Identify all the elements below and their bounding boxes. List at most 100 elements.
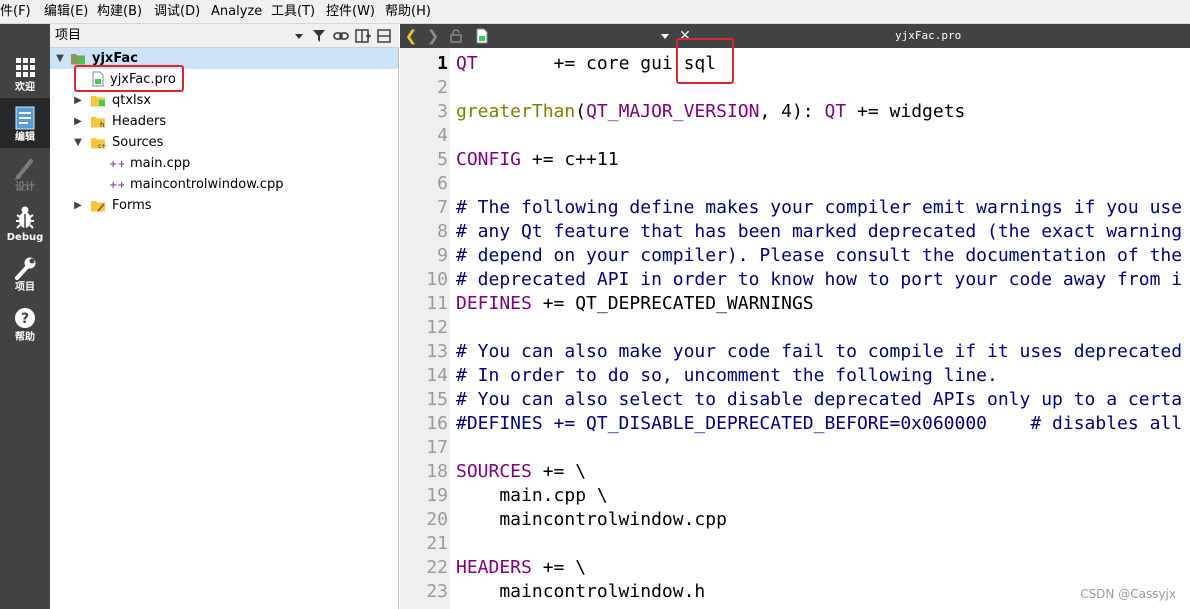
svg-text:?: ?	[21, 311, 29, 327]
line-number: 9	[437, 245, 448, 266]
code-line[interactable]: # You can also make your code fail to co…	[456, 340, 1190, 364]
menu-edit[interactable]: 编辑(E)	[44, 0, 88, 24]
code-token: SOURCES	[456, 461, 532, 482]
code-line[interactable]: # In order to do so, uncomment the follo…	[456, 364, 1190, 388]
code-line[interactable]: QT += core gui sql	[456, 52, 1190, 76]
help-icon: ?	[15, 308, 35, 328]
tree-item-qtxlsx[interactable]: ▶ qtxlsx	[50, 90, 398, 111]
menu-bar: 件(F) 编辑(E) 构建(B) 调试(D) Analyze 工具(T) 控件(…	[0, 0, 1190, 24]
mode-help-label: 帮助	[15, 332, 35, 343]
split-horizontal-icon[interactable]	[376, 27, 394, 45]
lock-icon[interactable]	[448, 29, 464, 43]
chevron-down-icon[interactable]: ▼	[72, 132, 84, 153]
line-number: 22	[426, 557, 448, 578]
menu-analyze[interactable]: Analyze	[211, 0, 262, 24]
menu-file[interactable]: 件(F)	[0, 0, 31, 24]
svg-text:h: h	[100, 121, 104, 129]
close-document-icon[interactable]: ✕	[676, 24, 694, 48]
code-line[interactable]: # deprecated API in order to know how to…	[456, 268, 1190, 292]
menu-tools[interactable]: 工具(T)	[271, 0, 315, 24]
line-number: 13	[426, 341, 448, 362]
tree-item-main-cpp[interactable]: ++ main.cpp	[50, 153, 398, 174]
code-editor[interactable]: 1 2 3 4 5 6 7 8 9 10 11 12 13 14 15 16 17 18 19 20 21 22 23 QT…	[400, 48, 1190, 609]
menu-controls[interactable]: 控件(W)	[326, 0, 375, 24]
code-token: # The following define makes your compil…	[456, 197, 1183, 218]
code-line[interactable]	[456, 172, 1190, 196]
mode-welcome[interactable]: 欢迎	[0, 48, 50, 98]
code-line[interactable]	[456, 316, 1190, 340]
line-number: 11	[426, 293, 448, 314]
line-number: 19	[426, 485, 448, 506]
mode-edit[interactable]: 编辑	[0, 98, 50, 148]
tree-item-sources[interactable]: ▼ c+ Sources	[50, 132, 398, 153]
line-number: 6	[437, 173, 448, 194]
code-line[interactable]: maincontrolwindow.cpp	[456, 508, 1190, 532]
pro-file-icon	[476, 28, 488, 44]
tree-item-project-root[interactable]: ▼ yjxFac	[50, 48, 398, 69]
code-token: += widgets	[846, 101, 966, 122]
chevron-right-icon[interactable]: ▶	[72, 111, 84, 132]
wrench-icon	[15, 257, 36, 280]
code-token: += QT_DEPRECATED_WARNINGS	[531, 293, 814, 314]
line-number: 14	[426, 365, 448, 386]
code-line[interactable]: # The following define makes your compil…	[456, 196, 1190, 220]
link-icon[interactable]	[332, 27, 350, 45]
line-number: 1	[437, 53, 448, 74]
line-number: 15	[426, 389, 448, 410]
code-token: , 4):	[759, 101, 825, 122]
code-line[interactable]: SOURCES += \	[456, 460, 1190, 484]
mode-design[interactable]: 设计	[0, 148, 50, 198]
code-line[interactable]	[456, 124, 1190, 148]
cpp-file-icon: ++	[109, 159, 124, 170]
nav-back-icon[interactable]: ❮	[402, 24, 420, 48]
document-icon	[15, 106, 35, 130]
split-view-icon[interactable]	[354, 27, 372, 45]
tree-item-label: maincontrolwindow.cpp	[130, 177, 284, 192]
line-number: 5	[437, 149, 448, 170]
code-line[interactable]: greaterThan(QT_MAJOR_VERSION, 4): QT += …	[456, 100, 1190, 124]
tree-item-pro-file[interactable]: yjxFac.pro	[50, 69, 398, 90]
code-line[interactable]: # depend on your compiler). Please consu…	[456, 244, 1190, 268]
code-line[interactable]: CONFIG += c++11	[456, 148, 1190, 172]
mode-help[interactable]: ? 帮助	[0, 298, 50, 348]
line-number: 3	[437, 101, 448, 122]
code-line[interactable]: #DEFINES += QT_DISABLE_DEPRECATED_BEFORE…	[456, 412, 1190, 436]
filter-icon[interactable]	[310, 27, 328, 45]
code-line[interactable]	[456, 532, 1190, 556]
code-line[interactable]: HEADERS += \	[456, 556, 1190, 580]
code-token: QT_MAJOR_VERSION	[586, 101, 760, 122]
tree-item-label: Headers	[112, 114, 167, 129]
menu-build[interactable]: 构建(B)	[97, 0, 142, 24]
code-line[interactable]: # any Qt feature that has been marked de…	[456, 220, 1190, 244]
code-token: += c++11	[521, 149, 619, 170]
mode-projects[interactable]: 项目	[0, 248, 50, 298]
watermark: CSDN @Cassyjx	[1080, 587, 1176, 601]
code-token: maincontrolwindow.cpp	[456, 509, 727, 530]
mode-debug[interactable]: Debug	[0, 198, 50, 248]
code-token: += core gui	[477, 53, 684, 74]
dropdown-arrow-icon[interactable]	[290, 27, 308, 45]
chevron-down-icon[interactable]	[658, 29, 672, 43]
code-line[interactable]: DEFINES += QT_DEPRECATED_WARNINGS	[456, 292, 1190, 316]
tree-item-forms[interactable]: ▶ Forms	[50, 195, 398, 216]
code-line[interactable]: # You can also select to disable depreca…	[456, 388, 1190, 412]
chevron-right-icon[interactable]: ▶	[72, 90, 84, 111]
tree-item-maincontrolwindow-cpp[interactable]: ++ maincontrolwindow.cpp	[50, 174, 398, 195]
code-line[interactable]	[456, 76, 1190, 100]
menu-debug[interactable]: 调试(D)	[154, 0, 200, 24]
code-token: += \	[531, 461, 587, 482]
editor-toolbar: ❮ ❯ yjxFac.pro ✕	[400, 24, 1190, 48]
chevron-right-icon[interactable]: ▶	[72, 195, 84, 216]
headers-folder-icon: h	[91, 117, 105, 129]
code-line[interactable]	[456, 436, 1190, 460]
code-line[interactable]: main.cpp \	[456, 484, 1190, 508]
code-token: DEFINES	[456, 293, 532, 314]
tree-item-headers[interactable]: ▶ h Headers	[50, 111, 398, 132]
chevron-down-icon[interactable]: ▼	[54, 48, 66, 69]
project-tree: ▼ yjxFac yjxFac.pro ▶ qtxlsx ▶ h Headers…	[50, 48, 399, 609]
tree-item-label: Forms	[112, 198, 152, 213]
code-token: greaterThan	[456, 101, 576, 122]
nav-forward-icon[interactable]: ❯	[424, 24, 442, 48]
current-document-name[interactable]: yjxFac.pro	[895, 24, 961, 48]
menu-help[interactable]: 帮助(H)	[385, 0, 431, 24]
